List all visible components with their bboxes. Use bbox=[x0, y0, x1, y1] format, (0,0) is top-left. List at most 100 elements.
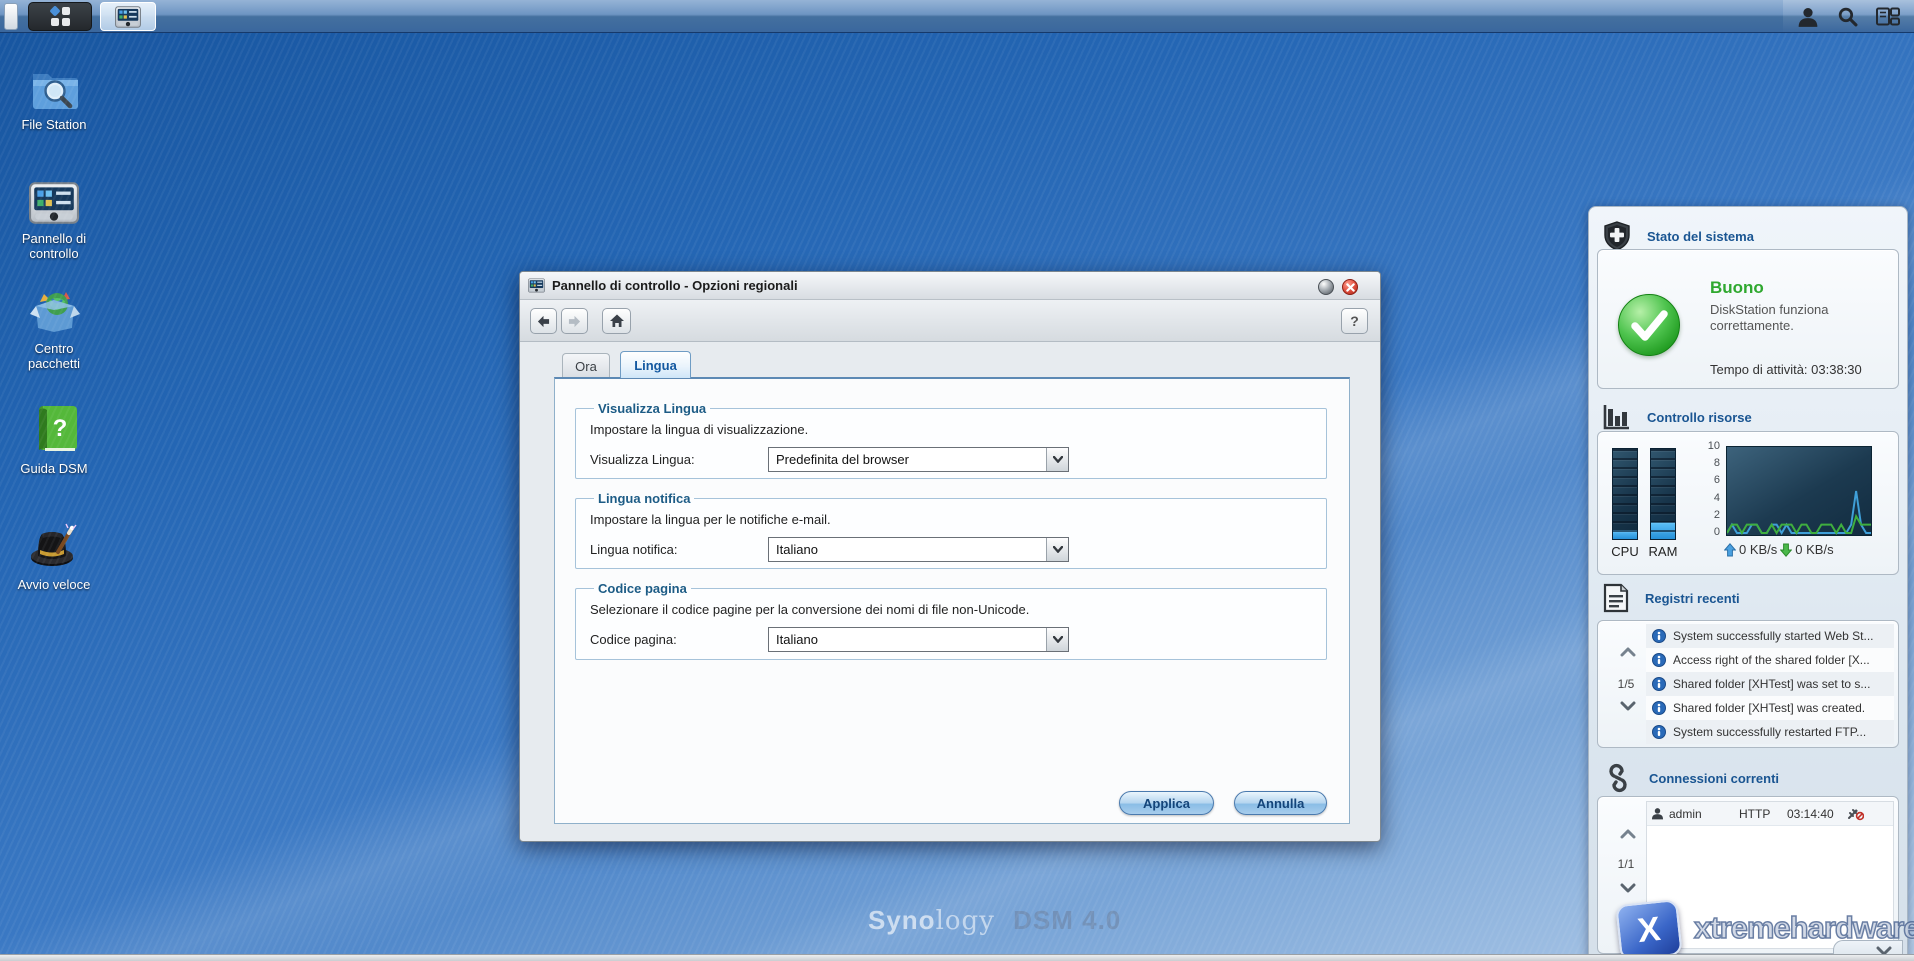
uptime-text: Tempo di attività: 03:38:30 bbox=[1710, 362, 1862, 377]
log-row[interactable]: Shared folder [XHTest] was set to s... bbox=[1646, 672, 1894, 696]
tab-ora[interactable]: Ora bbox=[562, 353, 610, 378]
log-row[interactable]: Access right of the shared folder [X... bbox=[1646, 648, 1894, 672]
desktop-icon-quick-start[interactable]: Avvio veloce bbox=[0, 522, 108, 592]
quick-start-icon bbox=[31, 523, 77, 566]
logs-page-up-icon[interactable] bbox=[1620, 647, 1636, 657]
system-status-header: Stato del sistema bbox=[1603, 221, 1754, 251]
control-panel-window: Pannello di controllo - Opzioni regional… bbox=[519, 271, 1381, 842]
window-title: Pannello di controllo - Opzioni regional… bbox=[552, 278, 798, 293]
recent-logs-card: 1/5 System successfully started Web St..… bbox=[1597, 620, 1899, 748]
taskbar-right bbox=[1783, 0, 1914, 33]
search-icon[interactable] bbox=[1837, 6, 1858, 27]
shield-icon bbox=[1604, 221, 1630, 251]
info-icon bbox=[1652, 653, 1666, 667]
upload-arrow-icon bbox=[1724, 542, 1736, 556]
ram-label: RAM bbox=[1648, 544, 1678, 559]
download-speed: 0 KB/s bbox=[1795, 542, 1834, 557]
resource-monitor-card: CPU RAM 10 8 6 4 2 0 0 KB/s 0 KB/s bbox=[1597, 431, 1899, 575]
desktop-icon-dsm-help[interactable]: ? Guida DSM bbox=[0, 406, 108, 476]
section-description: Impostare la lingua per le notifiche e-m… bbox=[590, 512, 831, 527]
tab-content-panel: Visualizza Lingua Impostare la lingua di… bbox=[554, 377, 1350, 824]
status-text: Buono bbox=[1710, 278, 1764, 297]
control-panel-icon bbox=[29, 182, 79, 224]
log-row[interactable]: System successfully restarted FTP... bbox=[1646, 720, 1894, 744]
bottom-edge bbox=[0, 954, 1914, 961]
desktop-icon-package-center[interactable]: Centro pacchetti bbox=[0, 288, 108, 371]
widgets-sidebar: Stato del sistema Buono DiskStation funz… bbox=[1588, 206, 1908, 961]
desktop-icon-label: File Station bbox=[21, 117, 87, 132]
log-list: System successfully started Web St... Ac… bbox=[1646, 624, 1894, 744]
section-legend: Lingua notifica bbox=[598, 491, 691, 506]
log-row[interactable]: Shared folder [XHTest] was created. bbox=[1646, 696, 1894, 720]
home-button[interactable] bbox=[602, 308, 631, 334]
field-label: Lingua notifica: bbox=[590, 542, 678, 557]
tab-lingua[interactable]: Lingua bbox=[620, 351, 691, 378]
system-status-card: Buono DiskStation funziona correttamente… bbox=[1597, 249, 1899, 389]
show-desktop-button[interactable] bbox=[4, 3, 18, 30]
desktop-icon-control-panel[interactable]: Pannello di controllo bbox=[0, 182, 108, 261]
connection-row[interactable]: admin HTTP 03:14:40 bbox=[1647, 802, 1893, 826]
disconnect-icon[interactable] bbox=[1847, 807, 1864, 821]
link-icon bbox=[1609, 763, 1627, 793]
desktop-icon-label: Pannello di controllo bbox=[21, 231, 87, 261]
svg-text:?: ? bbox=[53, 415, 68, 442]
package-center-icon bbox=[30, 292, 80, 332]
minimize-button[interactable] bbox=[1318, 279, 1334, 295]
notification-language-select[interactable]: Italiano bbox=[768, 537, 1069, 562]
info-icon bbox=[1652, 701, 1666, 715]
dsm-help-icon: ? bbox=[39, 406, 77, 451]
window-titlebar[interactable]: Pannello di controllo - Opzioni regional… bbox=[520, 272, 1380, 300]
connections-header: Connessioni correnti bbox=[1603, 763, 1779, 793]
back-button[interactable] bbox=[530, 308, 557, 334]
chevron-down-icon[interactable] bbox=[1046, 538, 1068, 561]
status-ok-icon bbox=[1618, 294, 1680, 356]
forward-button[interactable] bbox=[561, 308, 588, 334]
field-label: Codice pagina: bbox=[590, 632, 677, 647]
codepage-select[interactable]: Italiano bbox=[768, 627, 1069, 652]
upload-speed: 0 KB/s bbox=[1739, 542, 1778, 557]
close-button[interactable] bbox=[1342, 279, 1358, 295]
chevron-down-icon[interactable] bbox=[1046, 448, 1068, 471]
desktop-icon-file-station[interactable]: File Station bbox=[0, 66, 108, 132]
synology-dsm-watermark: Synology DSM 4.0 bbox=[868, 905, 1122, 936]
info-icon bbox=[1652, 629, 1666, 643]
cpu-meter bbox=[1612, 448, 1638, 540]
connections-page-down-icon[interactable] bbox=[1620, 883, 1636, 893]
window-icon bbox=[528, 278, 545, 293]
user-icon[interactable] bbox=[1797, 6, 1819, 28]
taskbar-item-control-panel[interactable] bbox=[100, 2, 156, 31]
home-icon bbox=[609, 314, 624, 327]
taskbar bbox=[0, 0, 1914, 33]
connection-protocol: HTTP bbox=[1739, 806, 1771, 821]
download-arrow-icon bbox=[1780, 543, 1793, 557]
status-description: DiskStation funziona correttamente. bbox=[1710, 302, 1829, 333]
help-button[interactable]: ? bbox=[1341, 308, 1368, 334]
connections-page-up-icon[interactable] bbox=[1620, 829, 1636, 839]
log-document-icon bbox=[1603, 583, 1629, 613]
file-station-icon bbox=[33, 74, 78, 109]
connection-user: admin bbox=[1669, 806, 1702, 821]
main-menu-icon bbox=[50, 5, 70, 26]
logs-page-down-icon[interactable] bbox=[1620, 701, 1636, 711]
main-menu-button[interactable] bbox=[28, 2, 92, 31]
window-toolbar: ? bbox=[520, 300, 1380, 342]
desktop: File Station Pannello di controllo Centr… bbox=[0, 0, 1914, 961]
desktop-icon-label: Centro pacchetti bbox=[27, 341, 81, 371]
resource-monitor-header: Controllo risorse bbox=[1603, 403, 1752, 431]
cancel-button[interactable]: Annulla bbox=[1234, 791, 1327, 815]
log-row[interactable]: System successfully started Web St... bbox=[1646, 624, 1894, 648]
forward-icon bbox=[568, 315, 581, 327]
desktop-icon-label: Avvio veloce bbox=[17, 577, 91, 592]
field-label: Visualizza Lingua: bbox=[590, 452, 695, 467]
pilot-view-icon[interactable] bbox=[1876, 6, 1900, 27]
display-language-select[interactable]: Predefinita del browser bbox=[768, 447, 1069, 472]
control-panel-icon bbox=[115, 6, 141, 28]
connection-time: 03:14:40 bbox=[1787, 806, 1834, 821]
apply-button[interactable]: Applica bbox=[1119, 791, 1214, 815]
back-icon bbox=[537, 315, 550, 327]
info-icon bbox=[1652, 677, 1666, 691]
bar-chart-icon bbox=[1603, 405, 1629, 430]
codepage-section: Codice pagina Selezionare il codice pagi… bbox=[575, 581, 1327, 660]
section-legend: Codice pagina bbox=[598, 581, 687, 596]
chevron-down-icon[interactable] bbox=[1046, 628, 1068, 651]
